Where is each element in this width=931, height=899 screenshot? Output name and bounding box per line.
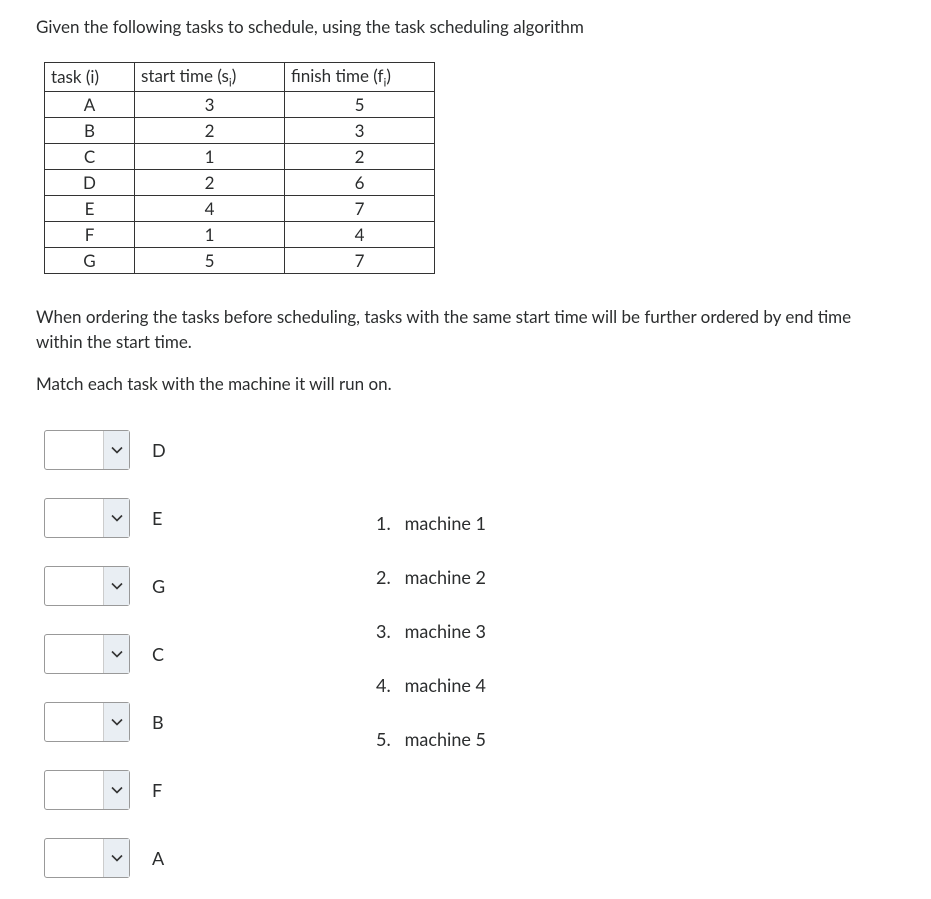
- select-arrow: [103, 771, 129, 809]
- select-arrow: [103, 431, 129, 469]
- select-value: [45, 499, 103, 537]
- match-item-label: B: [152, 711, 176, 733]
- answer-number: 1.: [376, 512, 400, 534]
- select-value: [45, 839, 103, 877]
- answer-number: 5.: [376, 728, 400, 750]
- answer-label: machine 1: [400, 512, 486, 534]
- select-value: [45, 431, 103, 469]
- chevron-down-icon: [111, 718, 123, 726]
- table-row: C12: [45, 143, 435, 169]
- answer-number: 2.: [376, 566, 400, 588]
- table-cell: 2: [135, 117, 285, 143]
- table-cell: G: [45, 247, 135, 273]
- select-value: [45, 703, 103, 741]
- col-header-start: start time (si): [135, 62, 285, 91]
- answer-item: 1. machine 1: [376, 512, 486, 534]
- table-row: B23: [45, 117, 435, 143]
- match-instruction: Match each task with the machine it will…: [36, 373, 895, 394]
- select-arrow: [103, 635, 129, 673]
- select-value: [45, 567, 103, 605]
- select-arrow: [103, 703, 129, 741]
- table-cell: 4: [285, 221, 435, 247]
- chevron-down-icon: [111, 582, 123, 590]
- answer-label: machine 3: [400, 620, 486, 642]
- table-cell: D: [45, 169, 135, 195]
- table-row: A35: [45, 91, 435, 117]
- match-row: E: [44, 498, 176, 538]
- table-cell: 5: [135, 247, 285, 273]
- match-right-column: 1. machine 1 2. machine 2 3. machine 3 4. m…: [376, 430, 486, 782]
- chevron-down-icon: [111, 446, 123, 454]
- table-cell: 3: [285, 117, 435, 143]
- chevron-down-icon: [111, 650, 123, 658]
- col-header-task: task (i): [45, 62, 135, 91]
- table-row: F14: [45, 221, 435, 247]
- answer-item: 4. machine 4: [376, 674, 486, 696]
- answer-label: machine 4: [400, 674, 486, 696]
- match-row: D: [44, 430, 176, 470]
- match-item-label: G: [152, 575, 176, 597]
- table-cell: B: [45, 117, 135, 143]
- match-select[interactable]: [44, 498, 130, 538]
- answer-item: 2. machine 2: [376, 566, 486, 588]
- select-arrow: [103, 567, 129, 605]
- match-row: G: [44, 566, 176, 606]
- match-item-label: F: [152, 779, 176, 801]
- match-row: C: [44, 634, 176, 674]
- table-cell: C: [45, 143, 135, 169]
- matching-area: D E G C B F A 1. machine 1 2. machine 2 3. machi…: [36, 430, 895, 878]
- table-cell: 1: [135, 221, 285, 247]
- table-cell: 2: [135, 169, 285, 195]
- answer-item: 5. machine 5: [376, 728, 486, 750]
- table-cell: 4: [135, 195, 285, 221]
- chevron-down-icon: [111, 854, 123, 862]
- table-cell: 2: [285, 143, 435, 169]
- table-cell: A: [45, 91, 135, 117]
- task-table: task (i) start time (si) finish time (fi…: [44, 62, 435, 274]
- table-cell: 1: [135, 143, 285, 169]
- table-cell: E: [45, 195, 135, 221]
- match-select[interactable]: [44, 838, 130, 878]
- table-cell: 7: [285, 195, 435, 221]
- table-cell: 3: [135, 91, 285, 117]
- table-cell: F: [45, 221, 135, 247]
- col-header-finish: finish time (fi): [285, 62, 435, 91]
- task-table-body: A35B23C12D26E47F14G57: [45, 91, 435, 273]
- question-prompt: Given the following tasks to schedule, u…: [36, 14, 895, 40]
- table-row: D26: [45, 169, 435, 195]
- match-select[interactable]: [44, 566, 130, 606]
- select-value: [45, 771, 103, 809]
- match-select[interactable]: [44, 430, 130, 470]
- select-value: [45, 635, 103, 673]
- match-select[interactable]: [44, 702, 130, 742]
- match-left-column: D E G C B F A: [44, 430, 176, 878]
- answer-number: 3.: [376, 620, 400, 642]
- answer-label: machine 5: [400, 728, 486, 750]
- match-select[interactable]: [44, 634, 130, 674]
- chevron-down-icon: [111, 786, 123, 794]
- answer-item: 3. machine 3: [376, 620, 486, 642]
- table-cell: 5: [285, 91, 435, 117]
- match-row: F: [44, 770, 176, 810]
- match-select[interactable]: [44, 770, 130, 810]
- table-cell: 7: [285, 247, 435, 273]
- match-row: A: [44, 838, 176, 878]
- table-row: G57: [45, 247, 435, 273]
- match-item-label: C: [152, 643, 176, 665]
- table-row: E47: [45, 195, 435, 221]
- table-cell: 6: [285, 169, 435, 195]
- match-row: B: [44, 702, 176, 742]
- match-item-label: D: [152, 439, 176, 461]
- select-arrow: [103, 839, 129, 877]
- ordering-explanation: When ordering the tasks before schedulin…: [36, 304, 895, 355]
- match-item-label: E: [152, 507, 176, 529]
- select-arrow: [103, 499, 129, 537]
- chevron-down-icon: [111, 514, 123, 522]
- match-item-label: A: [152, 847, 176, 869]
- answer-label: machine 2: [400, 566, 486, 588]
- answer-number: 4.: [376, 674, 400, 696]
- answer-list: 1. machine 1 2. machine 2 3. machine 3 4. m…: [376, 512, 486, 750]
